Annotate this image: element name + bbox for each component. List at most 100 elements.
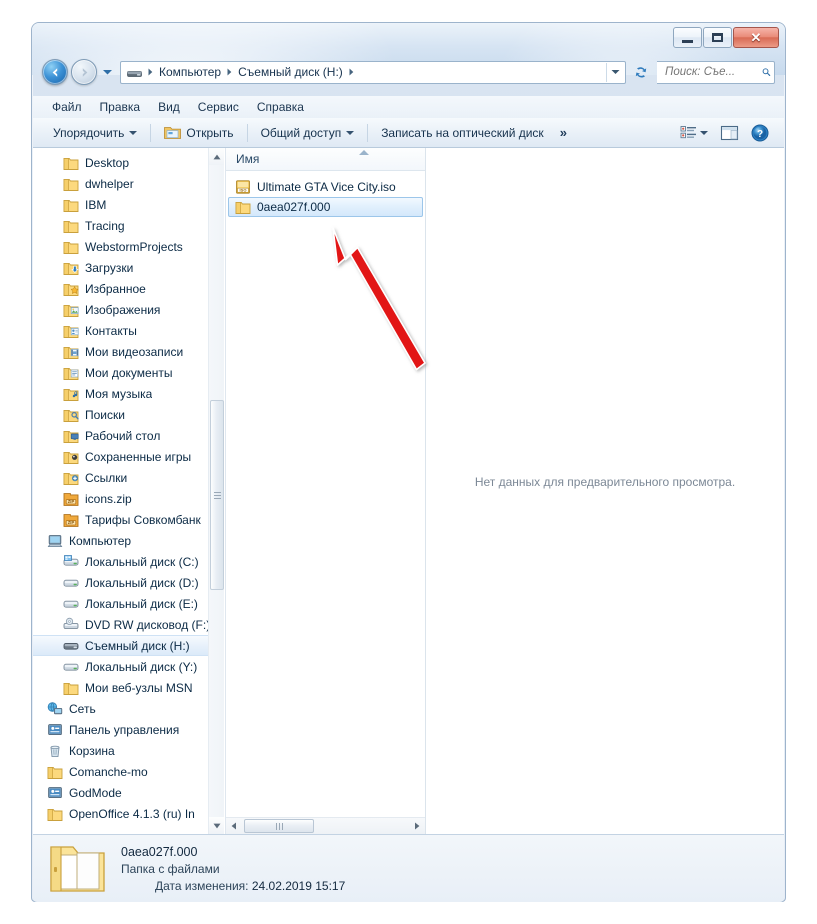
double-chevron-icon: »	[560, 125, 566, 140]
address-bar[interactable]: Компьютер Съемный диск (H:)	[120, 61, 626, 84]
preview-pane-button[interactable]	[715, 121, 744, 145]
help-icon: ?	[751, 124, 769, 142]
column-header-row[interactable]: Имя	[226, 148, 425, 171]
search-input[interactable]	[663, 65, 762, 79]
tree-item[interactable]: ZIPТарифы Совкомбанк	[33, 509, 224, 530]
scrollbar-thumb[interactable]	[244, 819, 314, 833]
maximize-button[interactable]	[703, 27, 732, 48]
tree-item[interactable]: Загрузки	[33, 257, 224, 278]
folder-icon	[63, 218, 79, 234]
tree-item[interactable]: OpenOffice 4.1.3 (ru) In	[33, 803, 224, 824]
tree-item[interactable]: Мои веб-узлы MSN	[33, 677, 224, 698]
tree-item-label: Контакты	[85, 324, 137, 338]
file-list-horizontal-scrollbar[interactable]	[226, 817, 425, 834]
tree-item[interactable]: Локальный диск (Y:)	[33, 656, 224, 677]
tree-item[interactable]: Компьютер	[33, 530, 224, 551]
column-header-name[interactable]: Имя	[226, 152, 259, 166]
tree-item[interactable]: IBM	[33, 194, 224, 215]
tree-item[interactable]: Поиски	[33, 404, 224, 425]
file-name-label: 0aea027f.000	[257, 200, 330, 214]
menu-view[interactable]: Вид	[149, 98, 189, 116]
menu-tools[interactable]: Сервис	[189, 98, 248, 116]
tree-item[interactable]: Избранное	[33, 278, 224, 299]
tree-item[interactable]: Сеть	[33, 698, 224, 719]
tree-item[interactable]: Мои документы	[33, 362, 224, 383]
tree-item[interactable]: Comanche-mo	[33, 761, 224, 782]
menu-file[interactable]: Файл	[43, 98, 91, 116]
tree-item[interactable]: Ссылки	[33, 467, 224, 488]
forward-button[interactable]	[71, 59, 97, 85]
tree-item-label: DVD RW дисковод (F:)	[85, 618, 210, 632]
toolbar-overflow-button[interactable]: »	[552, 121, 574, 144]
burn-button[interactable]: Записать на оптический диск	[373, 122, 552, 144]
tree-item[interactable]: Контакты	[33, 320, 224, 341]
share-button[interactable]: Общий доступ	[253, 122, 363, 144]
scroll-right-button[interactable]	[409, 819, 425, 834]
chevron-up-icon	[213, 154, 221, 160]
minimize-button[interactable]	[673, 27, 702, 48]
address-dropdown-button[interactable]	[606, 63, 623, 82]
tree-item[interactable]: Desktop	[33, 152, 224, 173]
chevron-left-icon	[231, 822, 237, 830]
breadcrumb-separator-trailing[interactable]	[346, 68, 357, 76]
organize-button[interactable]: Упорядочить	[45, 122, 145, 144]
tree-item[interactable]: Корзина	[33, 740, 224, 761]
removable-drive-icon	[63, 638, 79, 654]
refresh-button[interactable]	[629, 61, 653, 84]
breadcrumb-item-computer[interactable]: Компьютер	[156, 63, 224, 81]
file-row-selected[interactable]: 0aea027f.000	[228, 197, 423, 217]
tree-item[interactable]: dwhelper	[33, 173, 224, 194]
breadcrumb-item-removable-disk[interactable]: Съемный диск (H:)	[235, 63, 346, 81]
tree-item[interactable]: GodMode	[33, 782, 224, 803]
navigation-pane[interactable]: DesktopdwhelperIBMTracing WebstormProject…	[33, 148, 225, 834]
open-folder-icon	[164, 125, 181, 140]
details-date-label: Дата изменения:	[155, 879, 249, 893]
open-button[interactable]: Открыть	[156, 121, 241, 144]
file-list-pane[interactable]: Имя ISOUltimate GTA Vice City.iso 0aea027…	[225, 148, 425, 834]
saved-games-folder-icon	[63, 449, 79, 465]
navigation-pane-scrollbar[interactable]	[208, 148, 224, 834]
folder-icon	[63, 239, 79, 255]
search-box[interactable]	[657, 61, 775, 84]
scroll-up-button[interactable]	[209, 148, 225, 165]
file-row[interactable]: ISOUltimate GTA Vice City.iso	[228, 177, 423, 197]
tree-item[interactable]: Локальный диск (D:)	[33, 572, 224, 593]
tree-item-label: OpenOffice 4.1.3 (ru) In	[69, 807, 195, 821]
tree-item[interactable]: Локальный диск (C:)	[33, 551, 224, 572]
recent-locations-button[interactable]	[99, 60, 115, 84]
toolbar-separator	[367, 124, 368, 142]
menu-help[interactable]: Справка	[248, 98, 313, 116]
tree-item[interactable]: Съемный диск (H:)	[33, 635, 224, 656]
tree-item[interactable]: Сохраненные игры	[33, 446, 224, 467]
tree-item[interactable]: WebstormProjects	[33, 236, 224, 257]
tree-item-label: Сеть	[69, 702, 96, 716]
menu-edit[interactable]: Правка	[91, 98, 150, 116]
tree-item-label: Локальный диск (C:)	[85, 555, 199, 569]
tree-item[interactable]: Моя музыка	[33, 383, 224, 404]
preview-pane-icon	[720, 125, 739, 141]
svg-text:ISO: ISO	[240, 187, 247, 192]
scroll-down-button[interactable]	[209, 817, 225, 834]
tree-item[interactable]: Мои видеозаписи	[33, 341, 224, 362]
tree-item-label: Компьютер	[69, 534, 131, 548]
tree-item-label: Избранное	[85, 282, 146, 296]
tree-item[interactable]: Локальный диск (E:)	[33, 593, 224, 614]
tree-item[interactable]: Tracing	[33, 215, 224, 236]
tree-item[interactable]: Панель управления	[33, 719, 224, 740]
tree-item[interactable]: Изображения	[33, 299, 224, 320]
scroll-left-button[interactable]	[226, 819, 242, 834]
tree-item[interactable]: ZIPicons.zip	[33, 488, 224, 509]
help-button[interactable]: ?	[746, 121, 774, 145]
back-button[interactable]	[42, 59, 68, 85]
details-date-modified: Дата изменения: 24.02.2019 15:17	[121, 879, 345, 893]
tree-item[interactable]: DVD RW дисковод (F:)	[33, 614, 224, 635]
contacts-folder-icon	[63, 323, 79, 339]
change-view-button[interactable]	[675, 121, 713, 145]
scrollbar-thumb[interactable]	[210, 400, 224, 590]
open-label: Открыть	[186, 126, 233, 140]
folder-tree: DesktopdwhelperIBMTracing WebstormProject…	[33, 148, 224, 824]
tree-item-label: WebstormProjects	[85, 240, 183, 254]
tree-item[interactable]: Рабочий стол	[33, 425, 224, 446]
chevron-down-icon	[213, 823, 221, 829]
close-button[interactable]: ✕	[733, 27, 779, 48]
